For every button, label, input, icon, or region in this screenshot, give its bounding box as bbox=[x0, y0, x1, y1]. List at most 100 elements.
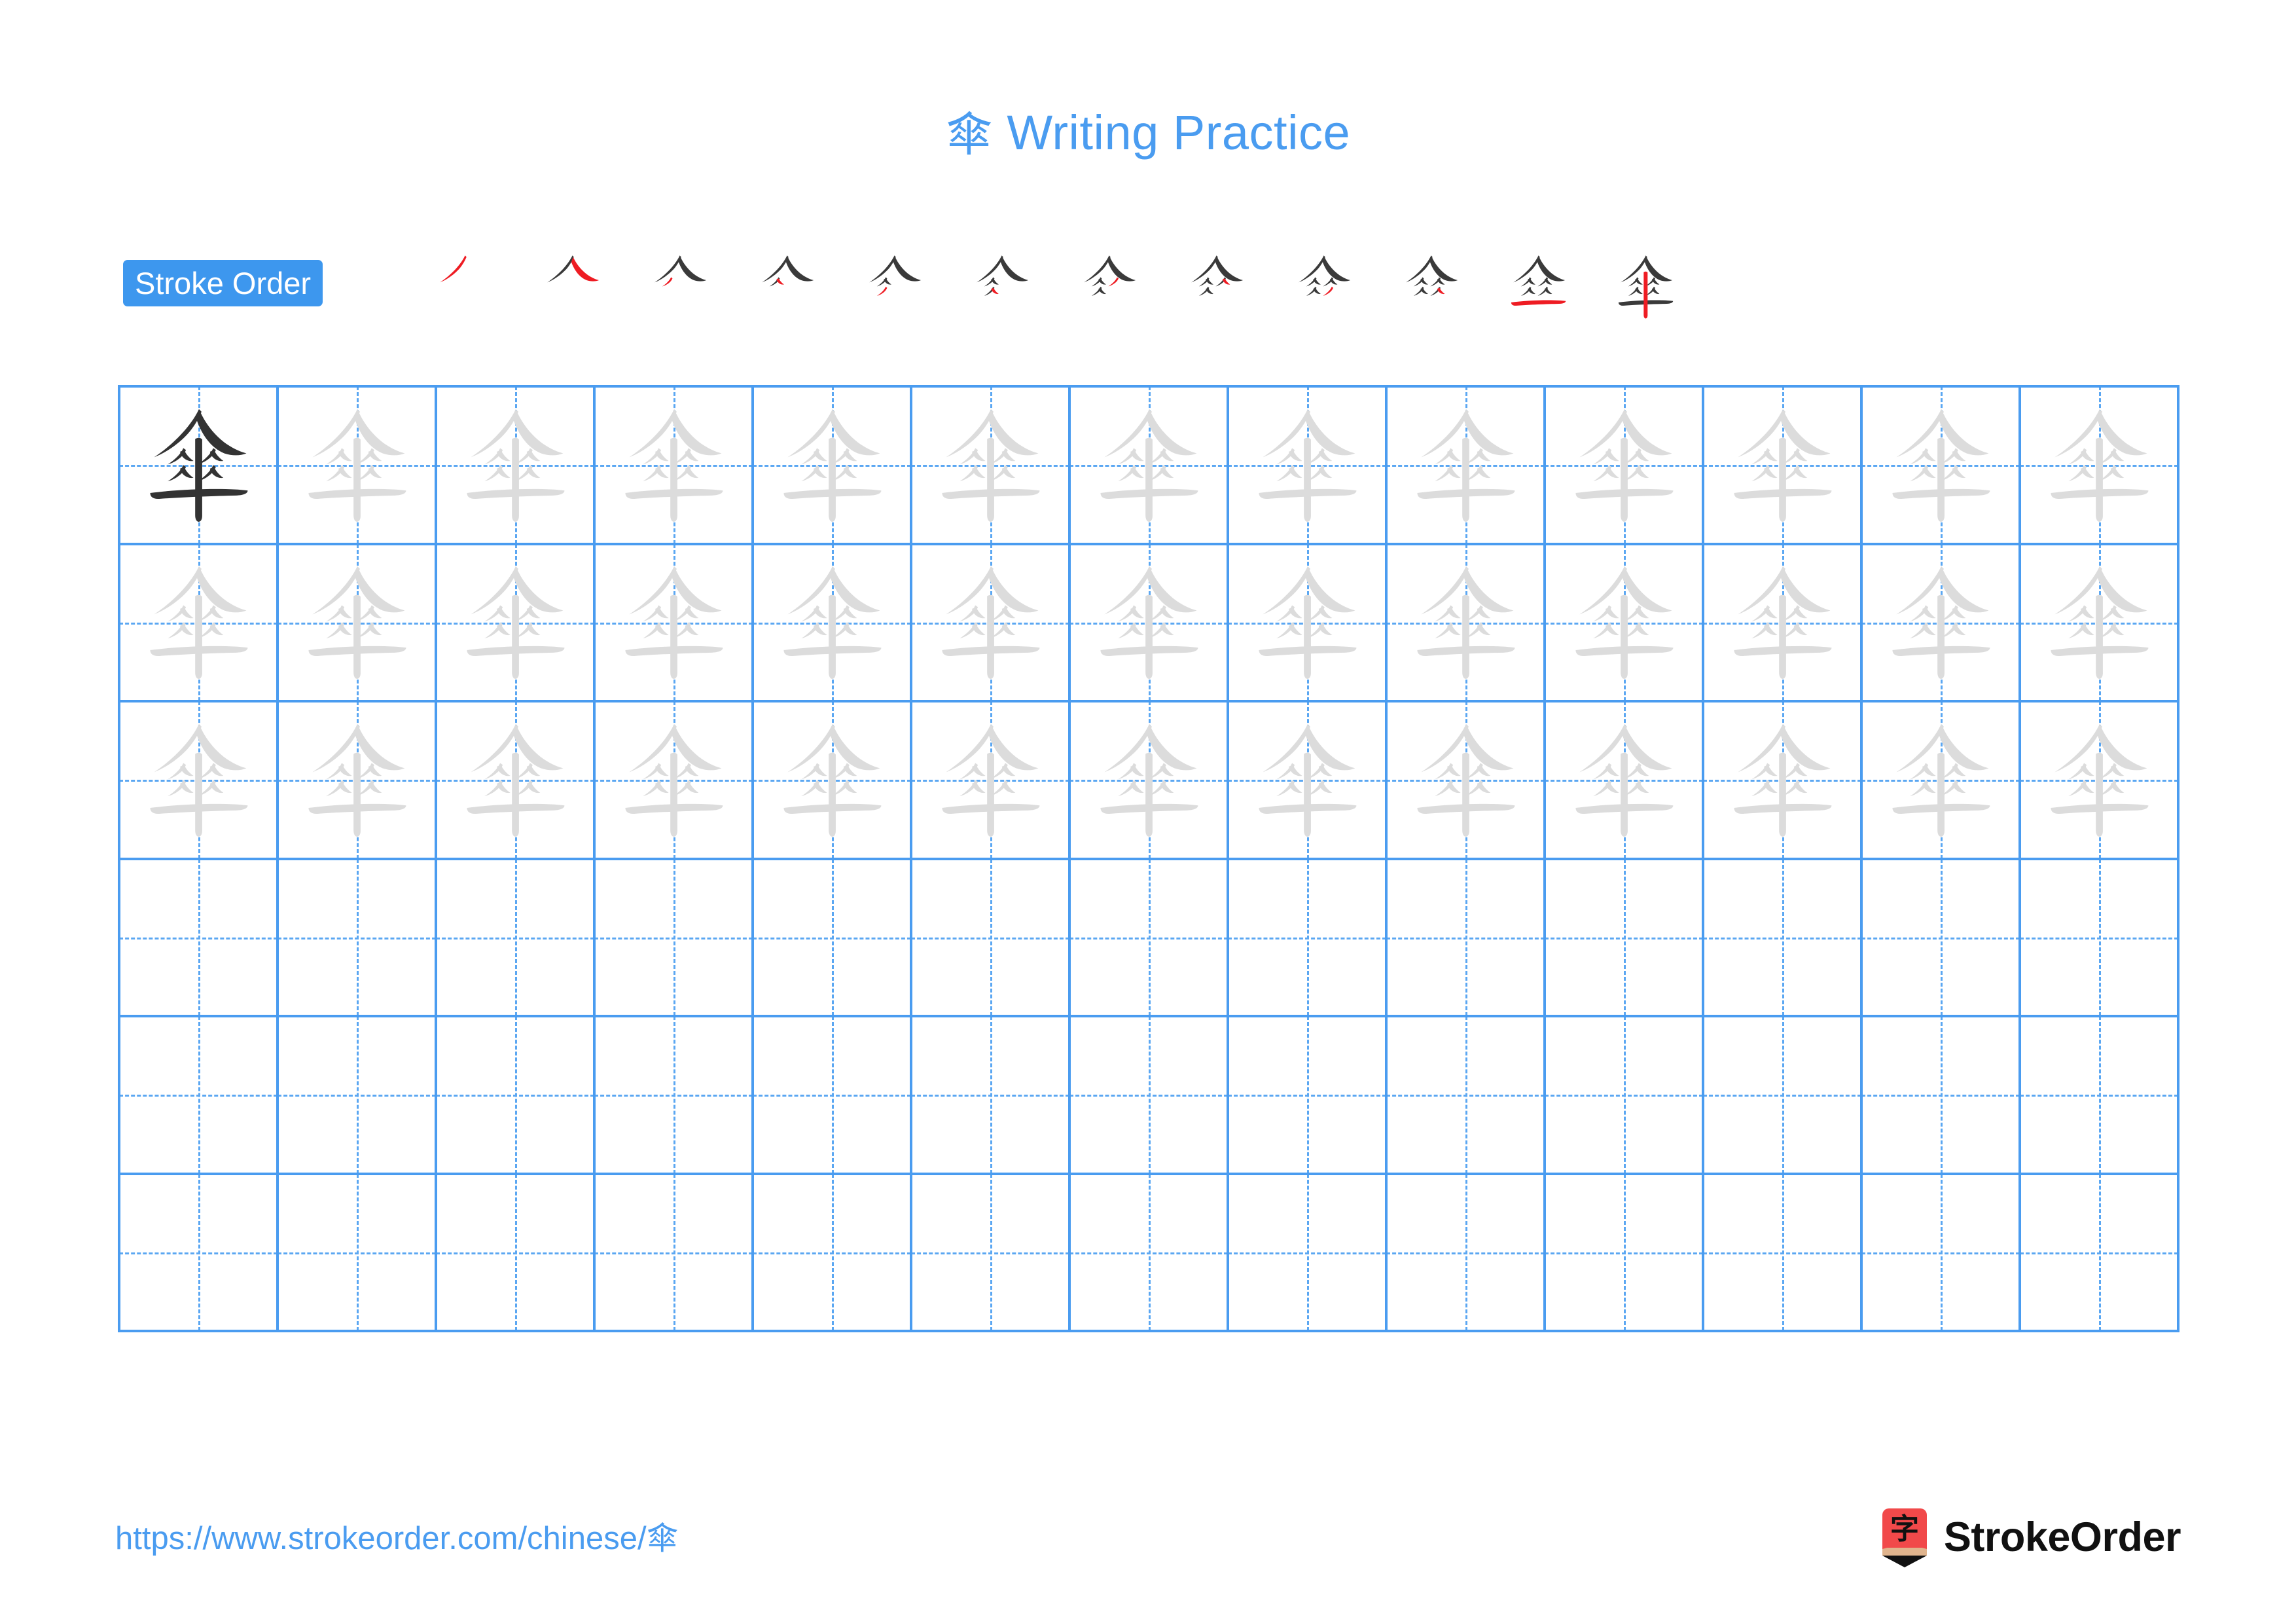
practice-cell-r4-c6[interactable] bbox=[912, 860, 1071, 1017]
practice-cell-r6-c11[interactable] bbox=[1704, 1175, 1863, 1332]
practice-cell-r5-c8[interactable] bbox=[1229, 1017, 1388, 1175]
practice-cell-r4-c3[interactable] bbox=[437, 860, 596, 1017]
practice-cell-r6-c10[interactable] bbox=[1546, 1175, 1704, 1332]
trace-character bbox=[2021, 388, 2177, 543]
trace-character bbox=[1863, 702, 2018, 858]
practice-cell-r1-c4 bbox=[596, 388, 754, 545]
practice-cell-r5-c5[interactable] bbox=[754, 1017, 912, 1175]
practice-cell-r5-c2[interactable] bbox=[279, 1017, 437, 1175]
model-character bbox=[120, 388, 276, 543]
practice-cell-r5-c6[interactable] bbox=[912, 1017, 1071, 1175]
practice-cell-r3-c9 bbox=[1388, 702, 1546, 860]
practice-cell-r4-c5[interactable] bbox=[754, 860, 912, 1017]
stroke-order-step-3 bbox=[626, 247, 733, 326]
stroke-order-section: Stroke Order bbox=[123, 254, 2178, 319]
stroke-order-step-2 bbox=[518, 247, 626, 326]
trace-character bbox=[279, 545, 435, 701]
practice-cell-r5-c11[interactable] bbox=[1704, 1017, 1863, 1175]
practice-cell-r4-c4[interactable] bbox=[596, 860, 754, 1017]
footer-url[interactable]: https://www.strokeorder.com/chinese/傘 bbox=[115, 1523, 679, 1555]
trace-character bbox=[120, 702, 276, 858]
practice-cell-r2-c1 bbox=[120, 545, 279, 702]
practice-cell-r4-c2[interactable] bbox=[279, 860, 437, 1017]
trace-character bbox=[1071, 702, 1227, 858]
practice-grid bbox=[118, 385, 2179, 1332]
practice-cell-r3-c11 bbox=[1704, 702, 1863, 860]
practice-cell-r3-c12 bbox=[1863, 702, 2021, 860]
practice-cell-r6-c4[interactable] bbox=[596, 1175, 754, 1332]
stroke-order-step-9 bbox=[1270, 247, 1377, 326]
practice-cell-r5-c7[interactable] bbox=[1071, 1017, 1229, 1175]
trace-character bbox=[912, 702, 1068, 858]
practice-cell-r5-c4[interactable] bbox=[596, 1017, 754, 1175]
trace-character bbox=[1229, 388, 1385, 543]
practice-cell-r1-c3 bbox=[437, 388, 596, 545]
trace-character bbox=[279, 702, 435, 858]
stroke-order-step-12 bbox=[1592, 247, 1699, 326]
trace-character bbox=[1229, 545, 1385, 701]
practice-cell-r6-c8[interactable] bbox=[1229, 1175, 1388, 1332]
practice-cell-r6-c13[interactable] bbox=[2021, 1175, 2179, 1332]
trace-character bbox=[1546, 388, 1702, 543]
practice-cell-r2-c10 bbox=[1546, 545, 1704, 702]
trace-character bbox=[596, 702, 751, 858]
practice-cell-r4-c12[interactable] bbox=[1863, 860, 2021, 1017]
page-title: 傘 Writing Practice bbox=[0, 109, 2296, 158]
stroke-order-step-1 bbox=[411, 247, 518, 326]
trace-character bbox=[437, 702, 593, 858]
practice-cell-r6-c5[interactable] bbox=[754, 1175, 912, 1332]
practice-cell-r6-c1[interactable] bbox=[120, 1175, 279, 1332]
trace-character bbox=[1546, 545, 1702, 701]
stroke-order-step-7 bbox=[1055, 247, 1162, 326]
practice-cell-r4-c7[interactable] bbox=[1071, 860, 1229, 1017]
practice-cell-r1-c11 bbox=[1704, 388, 1863, 545]
practice-cell-r6-c12[interactable] bbox=[1863, 1175, 2021, 1332]
practice-cell-r6-c7[interactable] bbox=[1071, 1175, 1229, 1332]
practice-cell-r2-c12 bbox=[1863, 545, 2021, 702]
practice-cell-r5-c13[interactable] bbox=[2021, 1017, 2179, 1175]
practice-cell-r3-c5 bbox=[754, 702, 912, 860]
practice-cell-r2-c7 bbox=[1071, 545, 1229, 702]
stroke-order-step-10 bbox=[1377, 247, 1484, 326]
practice-cell-r5-c3[interactable] bbox=[437, 1017, 596, 1175]
practice-cell-r1-c7 bbox=[1071, 388, 1229, 545]
practice-cell-r6-c2[interactable] bbox=[279, 1175, 437, 1332]
stroke-order-step-4 bbox=[733, 247, 840, 326]
practice-cell-r1-c5 bbox=[754, 388, 912, 545]
practice-cell-r5-c9[interactable] bbox=[1388, 1017, 1546, 1175]
practice-cell-r4-c1[interactable] bbox=[120, 860, 279, 1017]
practice-cell-r4-c11[interactable] bbox=[1704, 860, 1863, 1017]
practice-cell-r5-c10[interactable] bbox=[1546, 1017, 1704, 1175]
trace-character bbox=[1704, 388, 1860, 543]
practice-cell-r3-c13 bbox=[2021, 702, 2179, 860]
trace-character bbox=[1071, 545, 1227, 701]
practice-cell-r4-c9[interactable] bbox=[1388, 860, 1546, 1017]
practice-cell-r5-c1[interactable] bbox=[120, 1017, 279, 1175]
practice-cell-r3-c7 bbox=[1071, 702, 1229, 860]
practice-cell-r4-c13[interactable] bbox=[2021, 860, 2179, 1017]
practice-cell-r1-c10 bbox=[1546, 388, 1704, 545]
practice-cell-r1-c8 bbox=[1229, 388, 1388, 545]
stroke-order-badge: Stroke Order bbox=[123, 260, 323, 306]
practice-cell-r3-c2 bbox=[279, 702, 437, 860]
practice-cell-r6-c9[interactable] bbox=[1388, 1175, 1546, 1332]
trace-character bbox=[1863, 545, 2018, 701]
practice-cell-r6-c3[interactable] bbox=[437, 1175, 596, 1332]
practice-cell-r3-c4 bbox=[596, 702, 754, 860]
practice-cell-r3-c10 bbox=[1546, 702, 1704, 860]
practice-cell-r2-c8 bbox=[1229, 545, 1388, 702]
practice-cell-r4-c8[interactable] bbox=[1229, 860, 1388, 1017]
trace-character bbox=[1388, 388, 1543, 543]
trace-character bbox=[120, 545, 276, 701]
practice-cell-r3-c1 bbox=[120, 702, 279, 860]
practice-cell-r4-c10[interactable] bbox=[1546, 860, 1704, 1017]
practice-cell-r5-c12[interactable] bbox=[1863, 1017, 2021, 1175]
trace-character bbox=[754, 388, 910, 543]
practice-cell-r2-c4 bbox=[596, 545, 754, 702]
stroke-order-step-8 bbox=[1162, 247, 1270, 326]
trace-character bbox=[1863, 388, 2018, 543]
practice-cell-r3-c6 bbox=[912, 702, 1071, 860]
practice-cell-r2-c5 bbox=[754, 545, 912, 702]
practice-cell-r6-c6[interactable] bbox=[912, 1175, 1071, 1332]
stroke-order-step-6 bbox=[948, 247, 1055, 326]
